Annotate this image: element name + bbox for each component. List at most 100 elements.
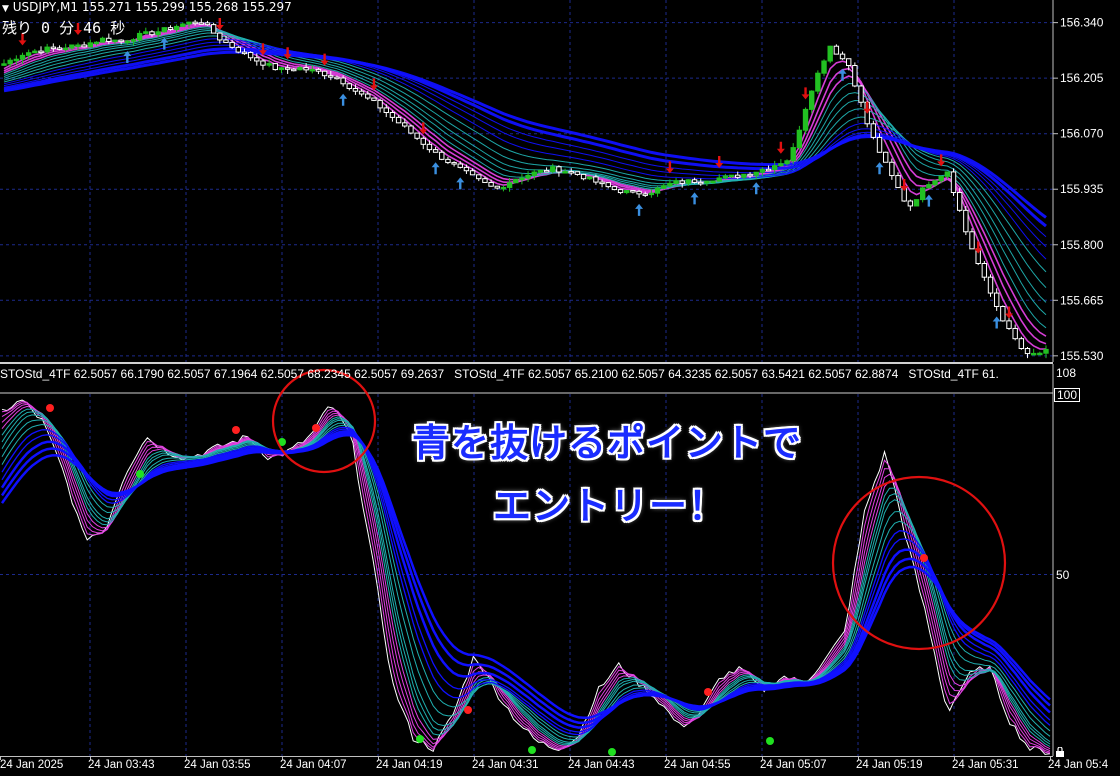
candle (562, 171, 568, 174)
candle (741, 173, 747, 178)
candle (809, 90, 815, 110)
candle (550, 166, 556, 172)
candle (217, 32, 223, 41)
buy-arrow-icon (431, 162, 440, 175)
buy-dot (136, 470, 144, 478)
candle (617, 189, 624, 194)
candle (981, 263, 988, 278)
candle (882, 151, 889, 163)
candle (291, 68, 297, 72)
buy-arrow-icon (838, 68, 847, 81)
candle (537, 169, 544, 173)
candle (790, 147, 796, 162)
candle (845, 58, 852, 67)
candle (7, 59, 13, 65)
candle (784, 160, 790, 165)
candle (432, 149, 439, 153)
candle (334, 76, 340, 80)
candle (772, 165, 778, 170)
ma-line (3, 32, 1047, 288)
candle (969, 231, 975, 250)
candle (352, 87, 359, 92)
sell-arrow-icon (801, 87, 810, 100)
candle (661, 185, 667, 189)
buy-arrow-icon (456, 177, 465, 190)
candle (704, 181, 710, 184)
sell-dot (464, 706, 472, 714)
quote-text: USDJPY,M1 155.271 155.299 155.268 155.29… (12, 0, 292, 14)
candle (580, 173, 587, 180)
candle (1000, 305, 1006, 322)
dropdown-icon[interactable]: ▼ (2, 4, 9, 14)
sell-dot (704, 688, 712, 696)
candle (821, 60, 827, 74)
candle (321, 70, 328, 77)
candle (796, 129, 803, 149)
candle (266, 63, 272, 66)
candle (130, 39, 137, 42)
candle (118, 39, 124, 43)
price-tick: 155.530 (1060, 349, 1104, 362)
price-tick: 155.800 (1060, 238, 1104, 252)
candle (161, 27, 168, 33)
candle (451, 162, 457, 165)
y-tick-108: 108 (1056, 366, 1077, 380)
candle (143, 31, 149, 34)
candle (876, 136, 883, 153)
candle (722, 175, 729, 179)
candle (543, 169, 550, 173)
lock-icon[interactable] (1055, 742, 1065, 757)
candle (439, 151, 445, 160)
indicator-panel[interactable]: STOStd_4TF 62.5057 66.1790 62.5057 67.19… (0, 364, 1120, 757)
time-tick: 24 Jan 05:31 (952, 759, 1019, 771)
main-chart-panel[interactable]: 156.340 156.205 156.070 155.935 155.800 155.6… (0, 0, 1120, 362)
candles (1, 18, 1049, 359)
candle (69, 44, 75, 49)
candle (932, 180, 938, 186)
main-grid (0, 0, 1053, 362)
sell-dot (312, 424, 320, 432)
y-tick-50: 50 (1056, 568, 1070, 582)
candle (25, 52, 32, 56)
candle (106, 37, 112, 42)
main-chart-svg: 156.340 156.205 156.070 155.935 155.800 155.6… (0, 0, 1104, 362)
candle (93, 41, 100, 45)
candle (630, 190, 636, 193)
highlight-circle-1 (271, 368, 377, 474)
candle (210, 24, 217, 34)
candle (574, 171, 581, 175)
candle (402, 122, 408, 127)
candle (463, 166, 470, 172)
candle (642, 193, 648, 196)
buy-arrow-icon (635, 203, 644, 216)
ma-line (3, 26, 1047, 329)
candle (624, 190, 630, 194)
candle (765, 168, 772, 172)
time-tick: 24 Jan 05:4 (1048, 759, 1109, 771)
candle (247, 51, 254, 59)
candle (593, 176, 599, 183)
candle (365, 93, 371, 99)
candle (272, 63, 278, 71)
candle (180, 23, 186, 27)
time-tick: 24 Jan 04:19 (376, 759, 443, 771)
buy-arrow-icon (992, 316, 1001, 329)
ma-line (3, 38, 1047, 260)
candle (445, 158, 451, 164)
candle (260, 60, 266, 66)
candle (950, 171, 957, 194)
candle (56, 47, 63, 50)
candle (587, 176, 593, 180)
buy-arrow-icon (339, 93, 348, 106)
candle (852, 65, 858, 87)
candle (19, 54, 26, 60)
candle (346, 83, 352, 89)
candle (1, 63, 7, 66)
candle (414, 132, 420, 139)
candle (926, 184, 932, 189)
candle (913, 199, 920, 207)
candle (735, 174, 741, 178)
candle (278, 67, 285, 71)
candle (987, 276, 994, 294)
candle (229, 41, 235, 48)
